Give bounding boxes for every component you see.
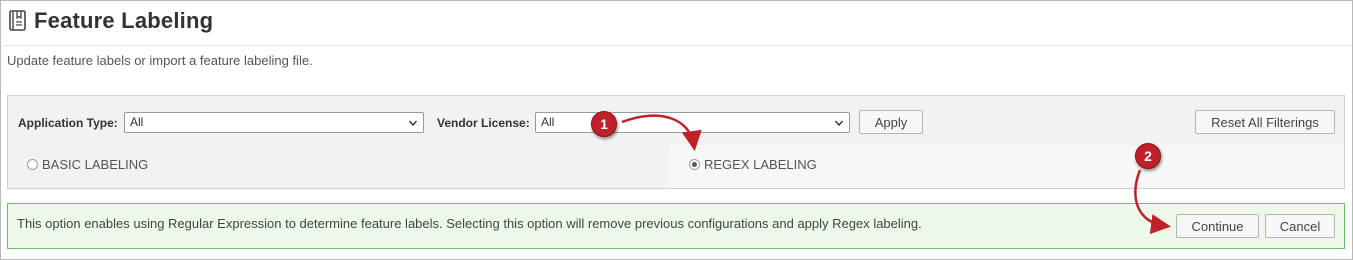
- continue-button[interactable]: Continue: [1176, 214, 1259, 238]
- header-divider: [0, 45, 1351, 46]
- radio-checked-icon[interactable]: [689, 159, 700, 170]
- application-type-label: Application Type:: [18, 116, 118, 130]
- vendor-license-select[interactable]: All: [535, 112, 850, 133]
- filter-panel: Application Type: All Vendor License: Al…: [7, 95, 1345, 189]
- page-header: Feature Labeling: [8, 6, 213, 36]
- basic-labeling-radio[interactable]: BASIC LABELING: [27, 157, 148, 172]
- chevron-down-icon: [409, 120, 417, 127]
- page-title: Feature Labeling: [34, 8, 214, 33]
- cancel-button[interactable]: Cancel: [1265, 214, 1335, 238]
- book-icon: [8, 9, 28, 33]
- filter-row: Application Type: All Vendor License: Al…: [8, 96, 1344, 146]
- callout-badge-1: 1: [591, 111, 617, 137]
- radio-unchecked-icon[interactable]: [27, 159, 38, 170]
- basic-labeling-label: BASIC LABELING: [42, 157, 149, 172]
- application-type-value: All: [130, 115, 144, 129]
- chevron-down-icon: [835, 120, 843, 127]
- reset-all-filterings-button[interactable]: Reset All Filterings: [1195, 110, 1335, 134]
- application-type-select[interactable]: All: [124, 112, 424, 133]
- regex-labeling-radio[interactable]: REGEX LABELING: [689, 157, 817, 172]
- vendor-license-label: Vendor License:: [437, 116, 530, 130]
- page-description: Update feature labels or import a featur…: [7, 53, 313, 68]
- regex-labeling-label: REGEX LABELING: [704, 157, 817, 172]
- vendor-license-value: All: [541, 115, 555, 129]
- apply-button[interactable]: Apply: [859, 110, 923, 134]
- callout-badge-2: 2: [1135, 143, 1161, 169]
- notice-text: This option enables using Regular Expres…: [17, 216, 922, 231]
- regex-notice: This option enables using Regular Expres…: [7, 203, 1345, 249]
